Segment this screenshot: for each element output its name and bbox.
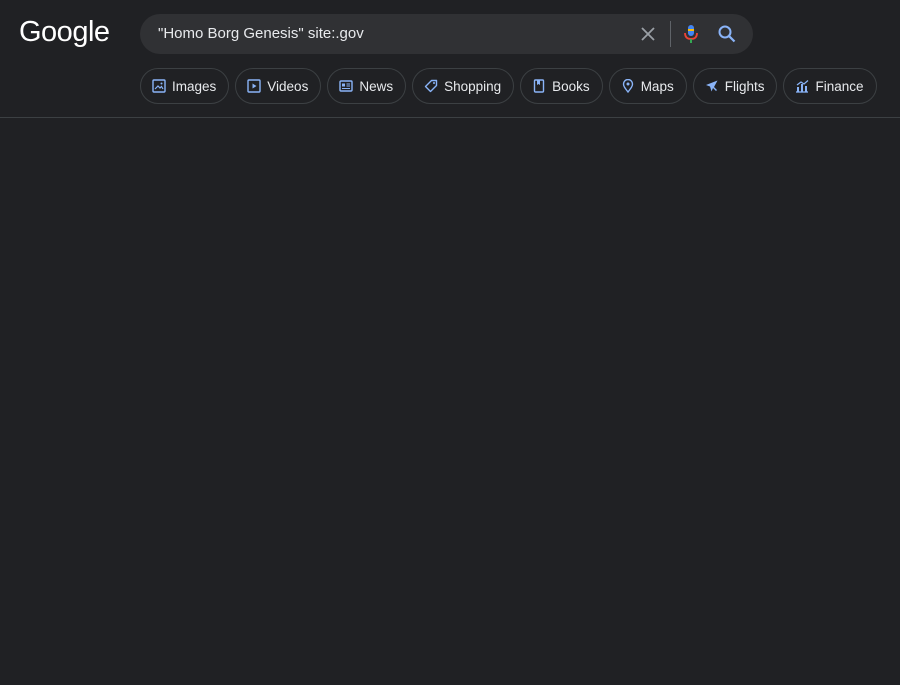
tab-label: Shopping [444,78,502,94]
tab-finance[interactable]: Finance [783,68,877,104]
search-input[interactable]: "Homo Borg Genesis" site:.gov [158,14,364,54]
results-area [0,118,900,684]
search-box[interactable]: "Homo Borg Genesis" site:.gov [140,14,753,54]
tab-news[interactable]: News [327,68,407,104]
search-type-tabs: Images Videos News Shopping Books Maps F… [140,68,877,104]
pin-icon [622,79,633,93]
tab-label: Images [172,78,217,94]
tab-label: Books [552,78,590,94]
tab-shopping[interactable]: Shopping [412,68,515,104]
header: Google "Homo Borg Genesis" site:.gov Ima… [0,0,900,118]
tag-icon [424,79,438,93]
book-icon [533,79,545,93]
tab-books[interactable]: Books [520,68,603,104]
tab-maps[interactable]: Maps [608,68,687,104]
chart-icon [796,80,809,93]
image-icon [152,79,166,93]
tab-label: Flights [724,78,765,94]
tab-label: Maps [640,78,674,94]
tab-label: Finance [815,78,864,94]
google-logo[interactable]: Google [19,16,110,49]
microphone-icon[interactable] [683,24,699,49]
newspaper-icon [339,80,354,92]
tab-flights[interactable]: Flights [692,68,778,104]
play-icon [247,79,261,93]
tab-videos[interactable]: Videos [235,68,322,104]
tab-images[interactable]: Images [140,68,230,104]
close-icon[interactable] [640,26,656,47]
plane-icon [705,80,718,92]
tab-label: Videos [267,78,309,94]
tab-label: News [359,78,394,94]
search-divider [670,21,671,47]
search-icon[interactable] [717,24,737,49]
